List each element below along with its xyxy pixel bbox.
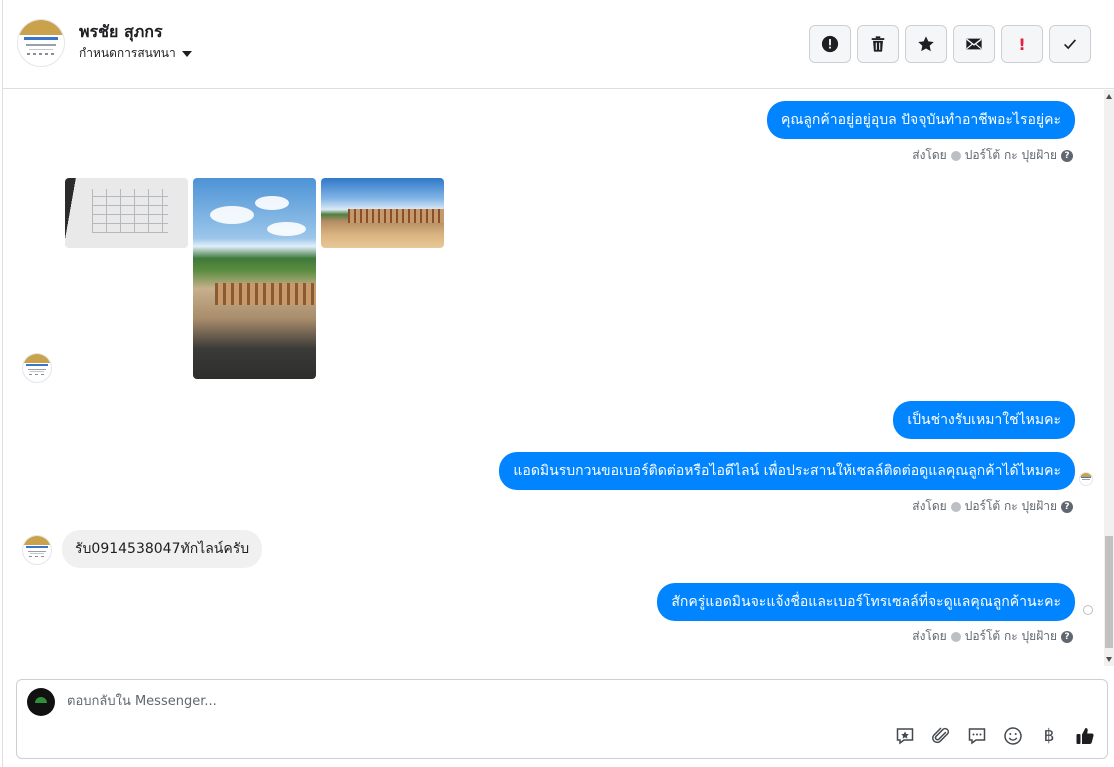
outgoing-message[interactable]: สักครู่แอดมินจะแจ้งชื่อและเบอร์โทรเซลล์ท… (657, 583, 1075, 621)
photo-attachment-blueprint[interactable] (65, 178, 188, 248)
emoji-button[interactable] (1001, 724, 1025, 748)
chat-bubble-icon (968, 728, 986, 745)
payment-button[interactable]: ฿ (1037, 724, 1061, 748)
messenger-panel: พรชัย สุภกร กำหนดการสนทนา ! คุณลูกค้าอยู… (2, 0, 1114, 767)
saved-reply-icon (896, 728, 914, 745)
chevron-down-icon (181, 50, 192, 57)
sent-by-prefix: ส่งโดย (912, 499, 947, 513)
sent-by-name[interactable]: ปอร์โต้ กะ ปุยฝ้าย (965, 627, 1057, 646)
message-thread[interactable]: คุณลูกค้าอยู่อยู่อุบล ปัจจุบันทำอาชีพอะไ… (3, 90, 1114, 666)
sent-by-info: ส่งโดย ปอร์โต้ กะ ปุยฝ้าย ? (912, 497, 1073, 516)
contact-avatar[interactable] (17, 19, 65, 67)
outgoing-message[interactable]: เป็นช่างรับเหมาใช่ไหมคะ (893, 401, 1075, 439)
quick-reply-button[interactable] (965, 724, 989, 748)
scrollbar-thumb[interactable] (1105, 536, 1113, 648)
saved-reply-button[interactable] (893, 724, 917, 748)
outgoing-message[interactable]: คุณลูกค้าอยู่อยู่อุบล ปัจจุบันทำอาชีพอะไ… (766, 101, 1075, 139)
verified-icon (950, 631, 961, 642)
alert-circle-icon (821, 35, 839, 53)
header-actions: ! (809, 25, 1091, 63)
contact-avatar-small (22, 353, 52, 383)
delete-button[interactable] (857, 25, 899, 63)
sent-by-name[interactable]: ปอร์โต้ กะ ปุยฝ้าย (965, 146, 1057, 165)
contact-avatar-small (22, 535, 52, 565)
sent-by-name[interactable]: ปอร์โต้ กะ ปุยฝ้าย (965, 497, 1057, 516)
delivered-icon (1083, 605, 1093, 615)
verified-icon (950, 150, 961, 161)
reply-input[interactable] (67, 690, 767, 712)
conversation-settings-dropdown[interactable]: กำหนดการสนทนา (79, 44, 192, 63)
paperclip-icon (932, 727, 950, 744)
conversation-settings-label: กำหนดการสนทนา (79, 46, 176, 60)
message-composer: ฿ (16, 679, 1108, 759)
baht-icon: ฿ (1043, 726, 1055, 746)
scroll-down-icon[interactable] (1106, 657, 1112, 662)
check-icon (1064, 39, 1077, 50)
conversation-header: พรชัย สุภกร กำหนดการสนทนา ! (3, 0, 1114, 89)
verified-icon (950, 501, 961, 512)
sent-by-info: ส่งโดย ปอร์โต้ กะ ปุยฝ้าย ? (912, 627, 1073, 646)
sent-by-prefix: ส่งโดย (912, 148, 947, 162)
star-button[interactable] (905, 25, 947, 63)
seen-avatar (1079, 472, 1093, 486)
page-avatar (27, 688, 55, 716)
composer-tools: ฿ (893, 724, 1097, 748)
thread-scrollbar[interactable] (1104, 90, 1114, 666)
trash-icon (871, 36, 885, 52)
sent-by-prefix: ส่งโดย (912, 629, 947, 643)
envelope-icon (966, 38, 982, 50)
help-icon[interactable]: ? (1061, 149, 1073, 162)
mark-important-button[interactable]: ! (1001, 25, 1043, 63)
photo-attachment-building-frame[interactable] (321, 178, 444, 248)
contact-name[interactable]: พรชัย สุภกร (79, 20, 163, 45)
help-icon[interactable]: ? (1061, 500, 1073, 513)
mark-unread-button[interactable] (953, 25, 995, 63)
important-icon: ! (1018, 34, 1026, 54)
photo-attachment-construction-site[interactable] (193, 178, 316, 379)
outgoing-message[interactable]: แอดมินรบกวนขอเบอร์ติดต่อหรือไอดีไลน์ เพื… (499, 452, 1075, 490)
scroll-up-icon[interactable] (1106, 94, 1112, 99)
like-button[interactable] (1073, 724, 1097, 748)
sent-by-info: ส่งโดย ปอร์โต้ กะ ปุยฝ้าย ? (912, 146, 1073, 165)
mark-spam-button[interactable] (809, 25, 851, 63)
help-icon[interactable]: ? (1061, 630, 1073, 643)
smiley-icon (1004, 727, 1022, 745)
thumbs-up-icon (1076, 728, 1094, 744)
star-icon (918, 36, 934, 52)
attach-file-button[interactable] (929, 724, 953, 748)
mark-done-button[interactable] (1049, 25, 1091, 63)
incoming-message[interactable]: รับ0914538047ทักไลน์ครับ (62, 530, 263, 568)
